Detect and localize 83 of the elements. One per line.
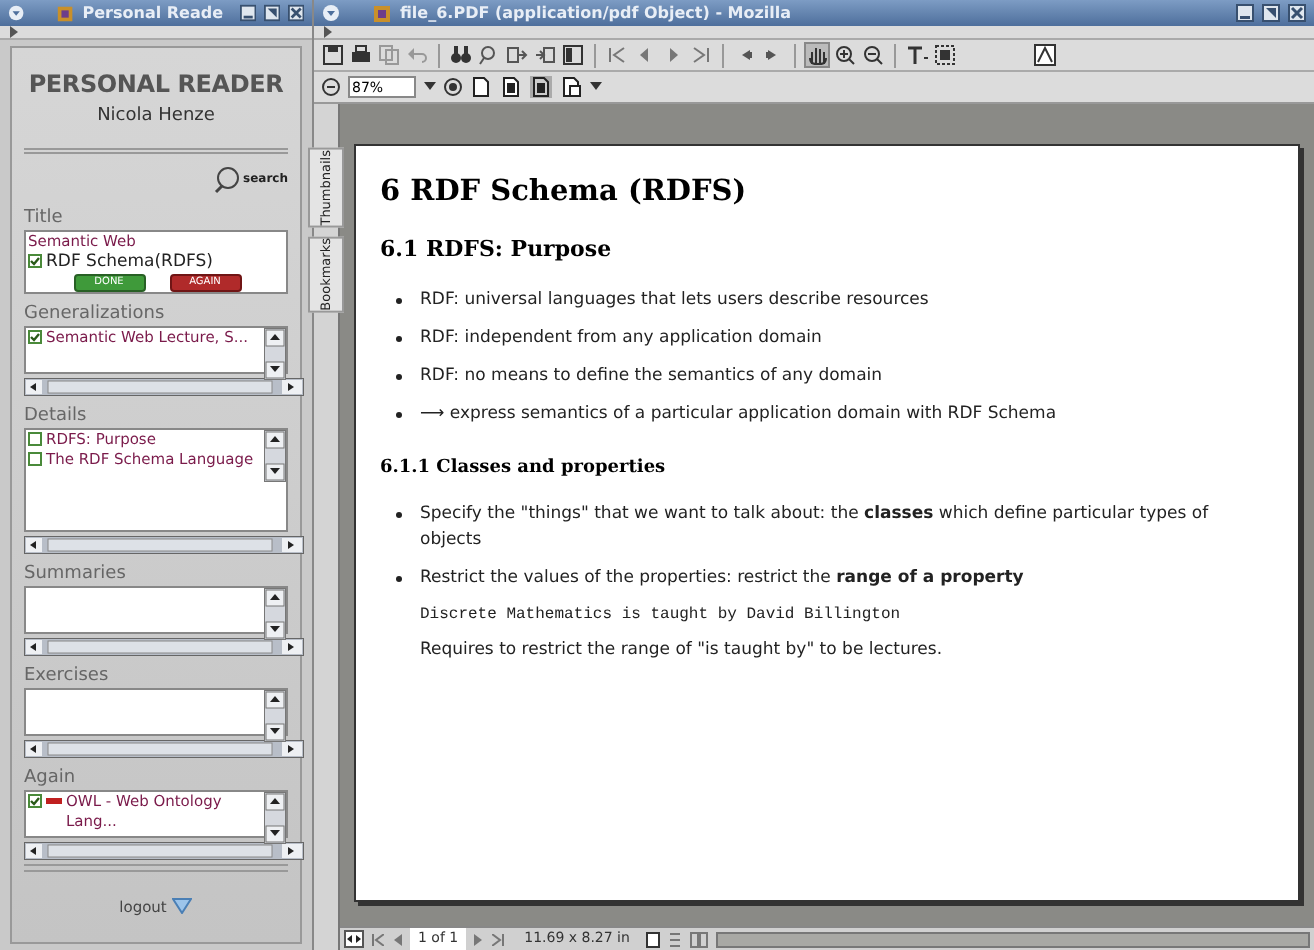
fit-width-icon[interactable] <box>530 76 552 98</box>
reader-logo-icon[interactable] <box>1034 44 1056 66</box>
checkbox[interactable] <box>28 793 42 807</box>
vertical-scrollbar[interactable] <box>264 689 286 741</box>
subsection-heading: 6.1.1 Classes and properties <box>380 455 668 481</box>
first-page-icon[interactable] <box>606 44 628 66</box>
actual-size-icon[interactable] <box>470 76 492 98</box>
page-arrow-icon[interactable] <box>506 44 528 66</box>
page-arrow-icon[interactable] <box>534 44 556 66</box>
author-name: Nicola Henze <box>95 104 217 130</box>
bullet-text: Restrict the values of the properties: restrict the range of a property <box>420 568 1024 588</box>
single-page-icon[interactable] <box>645 931 660 947</box>
zoom-in-icon[interactable] <box>834 44 856 66</box>
checkbox[interactable] <box>28 451 42 465</box>
horizontal-scrollbar[interactable] <box>24 637 304 655</box>
paragraph: Requires to restrict the range of "is taught by" to be lectures. <box>418 638 945 664</box>
bullet-text: Specify the "things" that we want to talk about: the classes which define particular types of objects <box>420 504 1209 550</box>
search-icon[interactable] <box>478 44 500 66</box>
dash-mark-icon <box>46 793 62 807</box>
bullet-text: ⟶ express semantics of a particular application domain with RDF Schema <box>420 403 1057 423</box>
first-page-icon[interactable] <box>372 933 384 945</box>
bullet-text: RDF: universal languages that lets users describe resources <box>420 289 929 309</box>
next-page-icon[interactable] <box>474 933 485 945</box>
last-page-icon[interactable] <box>492 933 505 945</box>
close-icon[interactable] <box>1288 4 1306 22</box>
search-icon <box>213 165 242 193</box>
text-select-icon[interactable] <box>906 44 928 66</box>
page-heading: 6 RDF Schema (RDFS) <box>380 174 749 210</box>
snapshot-icon[interactable] <box>934 44 956 66</box>
zoom-in-icon[interactable] <box>444 78 462 96</box>
horizontal-scrollbar[interactable] <box>24 377 304 395</box>
hand-icon[interactable] <box>806 44 828 66</box>
app-icon <box>56 3 75 23</box>
save-icon[interactable] <box>322 44 344 66</box>
menu-icon[interactable] <box>322 4 340 22</box>
previous-page-icon[interactable] <box>392 933 402 945</box>
zoom-out-icon[interactable] <box>322 78 340 96</box>
expand-arrow-icon[interactable] <box>8 26 20 38</box>
expand-arrow-icon[interactable] <box>322 26 334 38</box>
continuous-icon[interactable] <box>667 931 682 947</box>
dropdown-arrow-icon[interactable] <box>590 82 602 92</box>
close-icon[interactable] <box>287 4 305 22</box>
panel-icon[interactable] <box>562 44 584 66</box>
list-item[interactable]: RDF Schema(RDFS) <box>46 251 213 271</box>
checkbox[interactable] <box>28 329 42 343</box>
vertical-scrollbar[interactable] <box>264 429 286 481</box>
checkbox[interactable] <box>28 431 42 445</box>
minimize-icon[interactable] <box>239 4 256 22</box>
section-heading: Details <box>24 403 89 427</box>
maximize-icon[interactable] <box>1262 4 1280 22</box>
window-title: Personal Reade <box>82 1 223 25</box>
app-icon <box>372 3 392 23</box>
bullet-text: RDF: independent from any application domain <box>420 327 822 347</box>
code-line: Discrete Mathematics is taught by David Billington <box>418 604 903 628</box>
horizontal-scrollbar[interactable] <box>715 931 1310 947</box>
section-heading: 6.1 RDFS: Purpose <box>380 234 614 266</box>
section-heading: Summaries <box>24 561 128 585</box>
section-heading: Generalizations <box>24 301 167 325</box>
last-page-icon[interactable] <box>690 44 712 66</box>
facing-pages-icon[interactable] <box>689 931 708 947</box>
minimize-icon[interactable] <box>1236 4 1254 22</box>
checkbox[interactable] <box>28 253 42 267</box>
section-heading: Exercises <box>24 663 111 687</box>
maximize-icon[interactable] <box>263 4 280 22</box>
fit-page-icon[interactable] <box>500 76 522 98</box>
dropdown-arrow-icon[interactable] <box>424 82 436 92</box>
section-heading: Again <box>24 765 78 789</box>
app-title: PERSONAL READER <box>26 72 286 96</box>
navigation-icon[interactable] <box>344 930 364 948</box>
vertical-scrollbar[interactable] <box>264 587 286 639</box>
bullet-text: RDF: no means to define the semantics of any domain <box>420 365 883 385</box>
horizontal-scrollbar[interactable] <box>24 739 304 757</box>
binoculars-icon[interactable] <box>450 44 472 66</box>
section-heading: Title <box>24 205 65 229</box>
print-icon[interactable] <box>350 44 372 66</box>
zoom-out-icon[interactable] <box>862 44 884 66</box>
vertical-scrollbar[interactable] <box>264 327 286 379</box>
horizontal-scrollbar[interactable] <box>24 841 304 859</box>
menu-icon[interactable] <box>8 4 25 22</box>
vertical-scrollbar[interactable] <box>264 791 286 843</box>
rotate-icon[interactable] <box>560 76 582 98</box>
window-title: file_6.PDF (application/pdf Object) - Mozilla <box>400 1 792 25</box>
horizontal-scrollbar[interactable] <box>24 535 304 553</box>
